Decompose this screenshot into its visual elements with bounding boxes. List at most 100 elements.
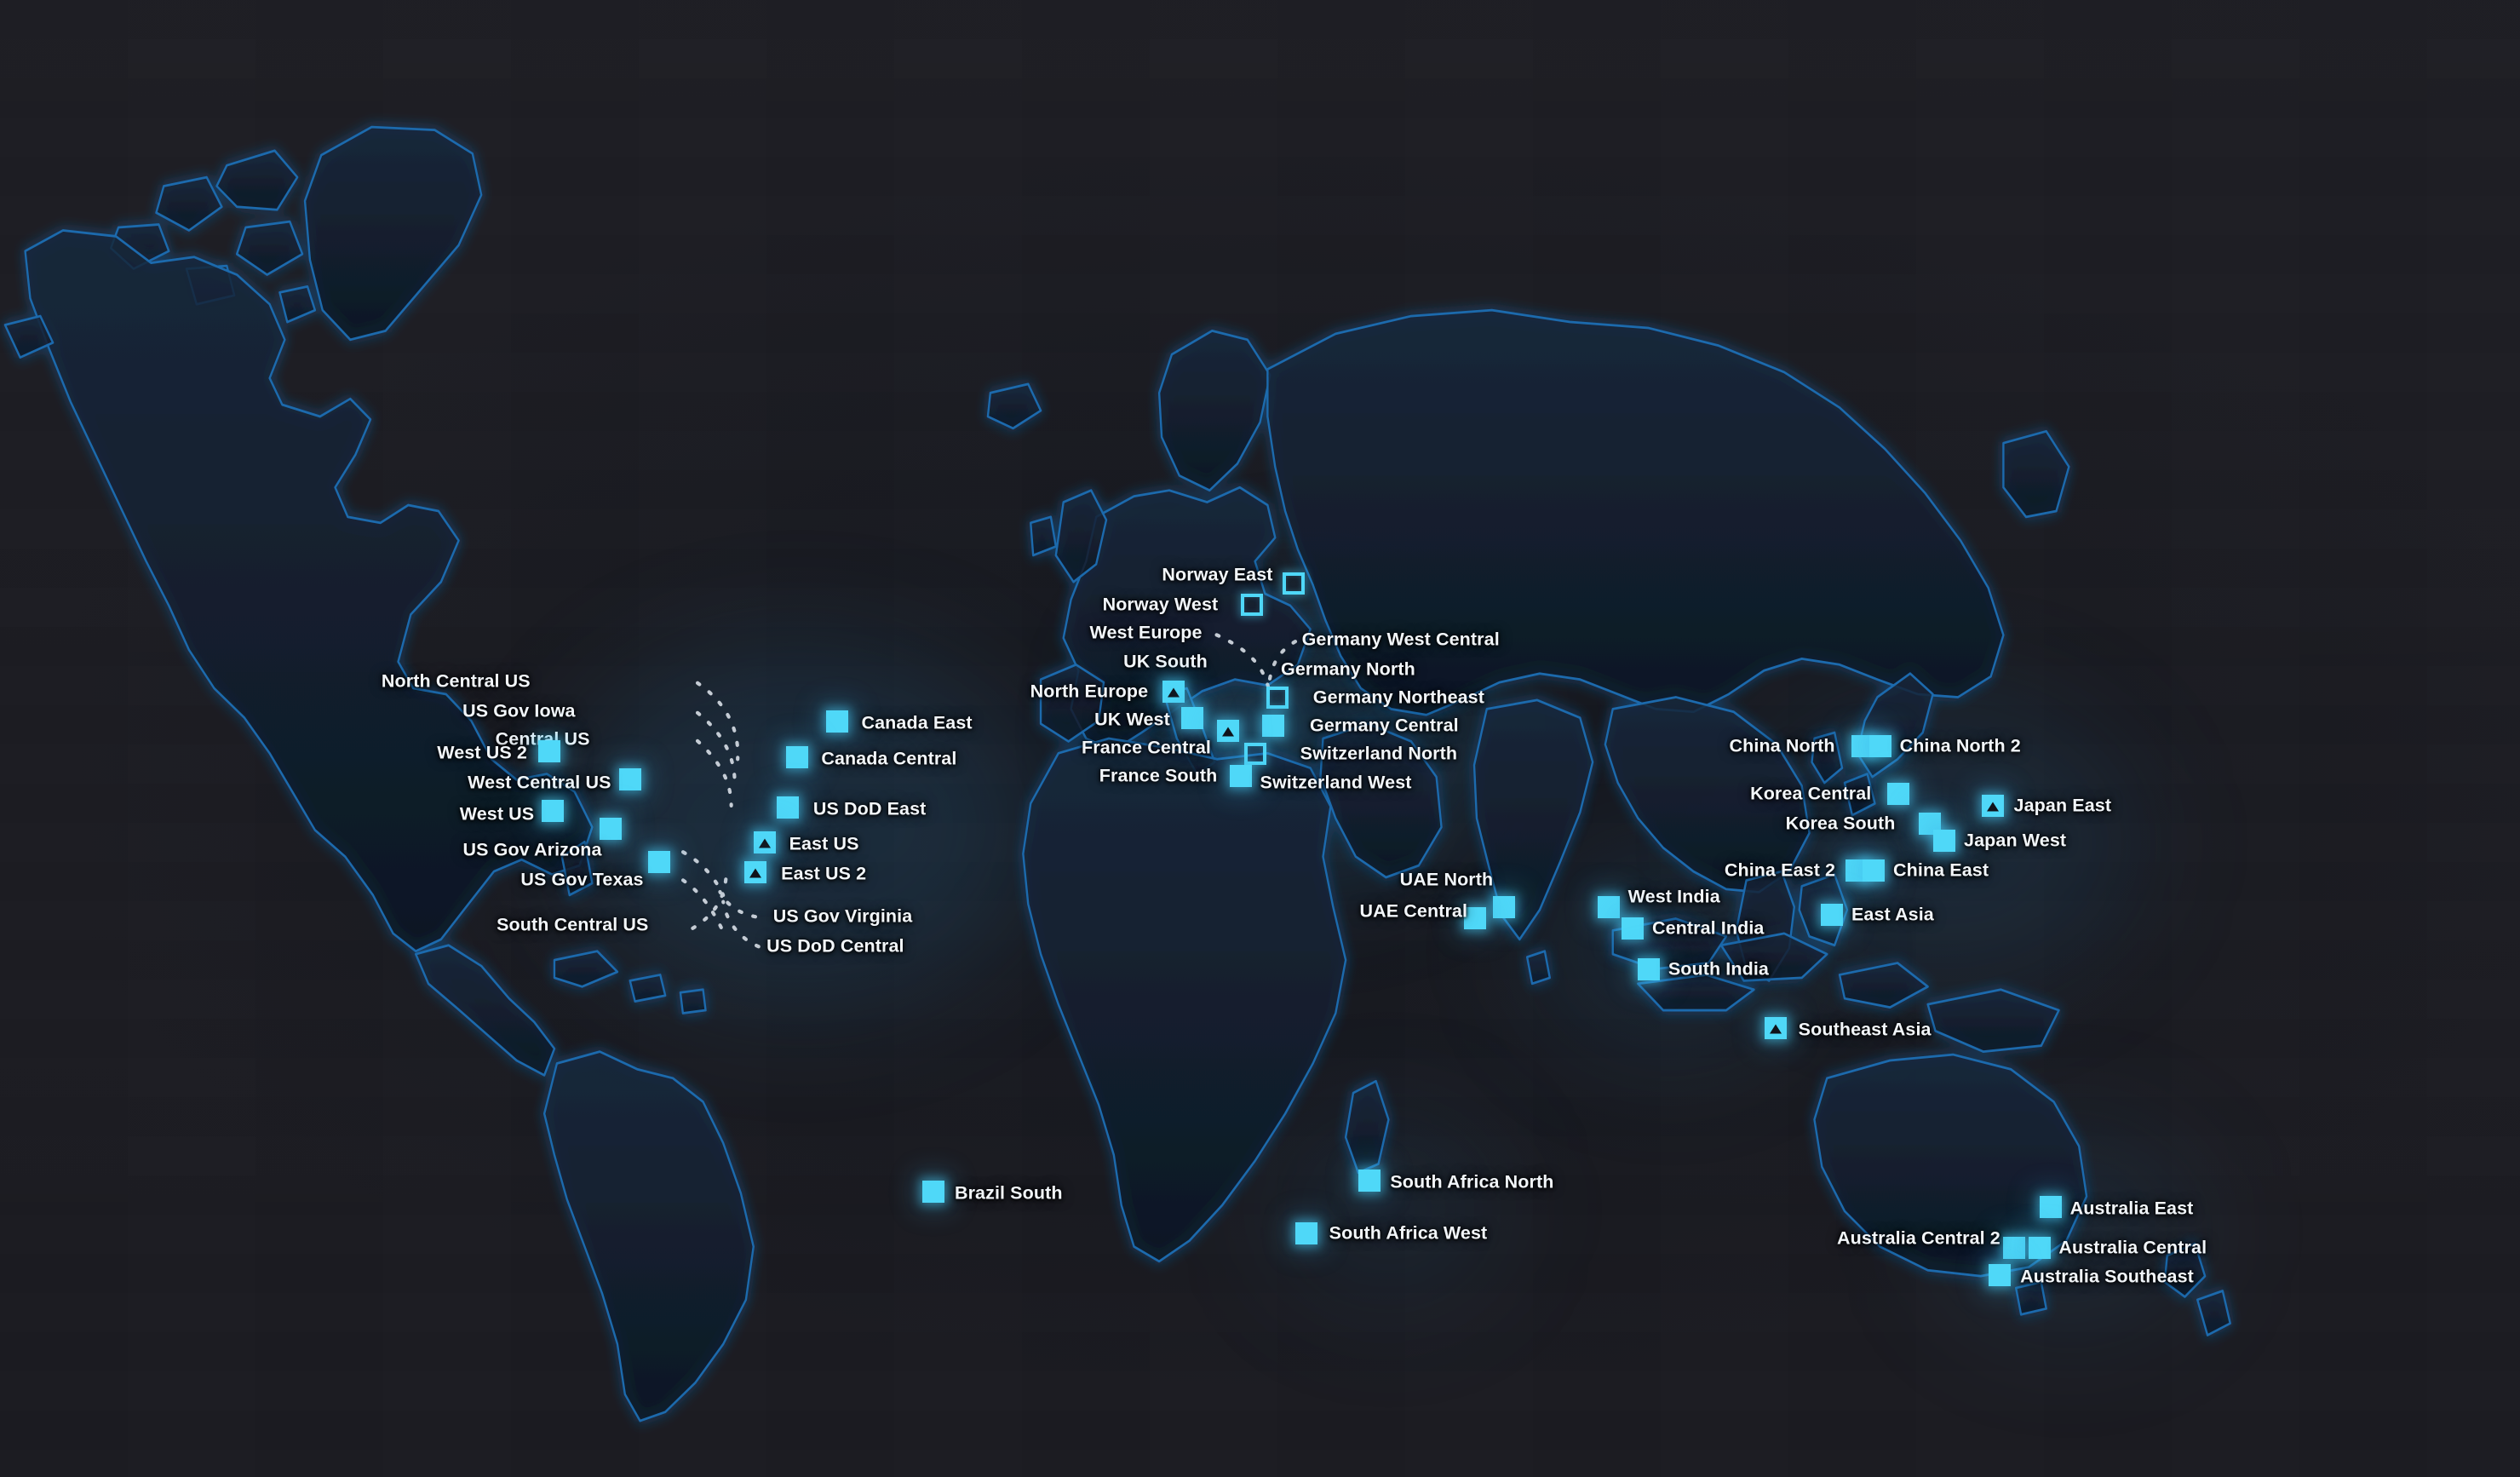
- region-marker-south-india[interactable]: [1638, 958, 1661, 981]
- region-label-west-central-us[interactable]: West Central US: [468, 772, 611, 793]
- region-marker-australia-southeast[interactable]: [1988, 1263, 2011, 1286]
- region-label-east-asia[interactable]: East Asia: [1851, 905, 1934, 926]
- region-label-brazil-south[interactable]: Brazil South: [955, 1183, 1063, 1204]
- region-label-france-south[interactable]: France South: [1099, 765, 1218, 786]
- region-label-west-india[interactable]: West India: [1628, 886, 1720, 907]
- region-label-china-north[interactable]: China North: [1730, 735, 1835, 756]
- region-marker-east-us[interactable]: [754, 830, 777, 853]
- region-label-south-africa-north[interactable]: South Africa North: [1390, 1171, 1553, 1193]
- marker-glyph-filled: [1181, 706, 1204, 729]
- region-label-west-us[interactable]: West US: [460, 803, 535, 825]
- marker-glyph-filled: [647, 850, 670, 873]
- region-label-uae-central[interactable]: UAE Central: [1360, 901, 1468, 922]
- region-marker-southeast-asia[interactable]: [1765, 1016, 1788, 1039]
- region-marker-australia-east[interactable]: [2039, 1195, 2062, 1218]
- marker-glyph-filled: [1493, 895, 1516, 918]
- region-marker-norway-west[interactable]: [1241, 594, 1264, 617]
- region-marker-australia-central-2[interactable]: [2002, 1237, 2025, 1260]
- region-label-japan-west[interactable]: Japan West: [1964, 830, 2066, 851]
- region-label-south-central-us[interactable]: South Central US: [497, 914, 648, 935]
- region-label-south-africa-west[interactable]: South Africa West: [1329, 1222, 1488, 1244]
- region-label-west-europe[interactable]: West Europe: [1089, 623, 1202, 644]
- region-label-germany-northeast[interactable]: Germany Northeast: [1313, 687, 1484, 709]
- region-label-us-gov-arizona[interactable]: US Gov Arizona: [462, 840, 601, 861]
- region-marker-east-us-2[interactable]: [743, 860, 766, 883]
- region-marker-central-india[interactable]: [1622, 917, 1645, 940]
- region-label-korea-central[interactable]: Korea Central: [1750, 784, 1871, 805]
- marker-glyph-triangle: [754, 830, 777, 853]
- region-label-canada-central[interactable]: Canada Central: [821, 749, 956, 770]
- region-label-switzerland-west[interactable]: Switzerland West: [1260, 772, 1412, 793]
- region-label-china-east-2[interactable]: China East 2: [1725, 859, 1835, 881]
- region-label-japan-east[interactable]: Japan East: [2014, 795, 2112, 816]
- region-label-germany-west-central[interactable]: Germany West Central: [1302, 629, 1500, 651]
- region-label-norway-east[interactable]: Norway East: [1162, 565, 1272, 586]
- region-marker-uk-west[interactable]: [1181, 706, 1204, 729]
- region-label-france-central[interactable]: France Central: [1082, 737, 1211, 758]
- region-label-east-us[interactable]: East US: [789, 833, 859, 854]
- region-marker-us-dod-east[interactable]: [776, 796, 799, 819]
- region-label-east-us-2[interactable]: East US 2: [781, 863, 866, 884]
- region-marker-south-africa-north[interactable]: [1358, 1169, 1381, 1192]
- region-marker-switzerland-north[interactable]: [1243, 743, 1266, 766]
- region-marker-north-europe[interactable]: [1162, 680, 1185, 703]
- region-label-southeast-asia[interactable]: Southeast Asia: [1799, 1019, 1932, 1040]
- region-label-uae-north[interactable]: UAE North: [1400, 870, 1494, 891]
- region-label-australia-east[interactable]: Australia East: [2070, 1198, 2194, 1219]
- region-label-korea-south[interactable]: Korea South: [1786, 813, 1896, 835]
- region-label-germany-north[interactable]: Germany North: [1281, 659, 1415, 681]
- marker-glyph-filled: [1988, 1263, 2011, 1286]
- region-label-west-us-2[interactable]: West US 2: [437, 742, 527, 763]
- region-label-north-europe[interactable]: North Europe: [1030, 681, 1149, 702]
- region-marker-japan-east[interactable]: [1982, 794, 2005, 817]
- region-marker-germany-northeast[interactable]: [1266, 687, 1289, 710]
- region-label-norway-west[interactable]: Norway West: [1103, 595, 1219, 616]
- marker-glyph-triangle: [743, 860, 766, 883]
- region-label-uk-south[interactable]: UK South: [1123, 651, 1208, 672]
- region-label-australia-central[interactable]: Australia Central: [2058, 1238, 2207, 1259]
- region-marker-west-india[interactable]: [1598, 895, 1620, 918]
- region-marker-brazil-south[interactable]: [922, 1181, 945, 1204]
- region-label-uk-west[interactable]: UK West: [1094, 709, 1170, 730]
- region-marker-norway-east[interactable]: [1283, 572, 1306, 595]
- region-marker-china-east[interactable]: [1863, 859, 1886, 882]
- region-label-canada-east[interactable]: Canada East: [861, 712, 972, 733]
- region-marker-france-south[interactable]: [1229, 764, 1252, 787]
- region-label-china-north-2[interactable]: China North 2: [1900, 735, 2021, 756]
- region-marker-uae-north[interactable]: [1493, 895, 1516, 918]
- region-label-us-gov-iowa[interactable]: US Gov Iowa: [462, 700, 576, 721]
- region-label-central-india[interactable]: Central India: [1652, 917, 1765, 939]
- region-marker-west-us[interactable]: [542, 799, 565, 822]
- marker-glyph-filled: [1598, 895, 1620, 918]
- region-marker-france-central[interactable]: [1216, 720, 1239, 743]
- region-marker-canada-east[interactable]: [826, 710, 849, 733]
- region-label-us-dod-east[interactable]: US DoD East: [813, 798, 927, 819]
- region-marker-japan-west[interactable]: [1933, 829, 1956, 852]
- marker-glyph-filled: [2002, 1237, 2025, 1260]
- region-marker-west-us-2[interactable]: [538, 739, 561, 762]
- region-label-australia-central-2[interactable]: Australia Central 2: [1837, 1227, 2001, 1249]
- region-marker-east-asia[interactable]: [1821, 904, 1844, 927]
- region-marker-korea-central[interactable]: [1886, 783, 1909, 806]
- marker-glyph-filled: [1358, 1169, 1381, 1192]
- region-marker-germany-central[interactable]: [1261, 715, 1284, 738]
- marker-glyph-filled: [1261, 715, 1284, 738]
- region-label-switzerland-north[interactable]: Switzerland North: [1300, 744, 1457, 765]
- region-label-us-gov-texas[interactable]: US Gov Texas: [520, 870, 643, 891]
- region-marker-us-gov-texas[interactable]: [647, 850, 670, 873]
- region-marker-south-africa-west[interactable]: [1295, 1221, 1318, 1244]
- region-label-germany-central[interactable]: Germany Central: [1310, 716, 1459, 737]
- region-marker-china-north-2[interactable]: [1868, 734, 1891, 757]
- marker-glyph-hollow: [1283, 572, 1306, 595]
- region-label-south-india[interactable]: South India: [1668, 959, 1769, 980]
- region-marker-west-central-us[interactable]: [618, 767, 641, 790]
- region-marker-us-gov-arizona[interactable]: [600, 818, 623, 841]
- region-marker-australia-central[interactable]: [2028, 1237, 2051, 1260]
- region-label-us-gov-virginia[interactable]: US Gov Virginia: [773, 906, 913, 928]
- region-label-china-east[interactable]: China East: [1893, 859, 1989, 881]
- region-marker-canada-central[interactable]: [786, 746, 808, 769]
- region-label-australia-southeast[interactable]: Australia Southeast: [2020, 1266, 2194, 1287]
- region-label-north-central-us[interactable]: North Central US: [382, 670, 531, 692]
- marker-glyph-triangle: [1162, 680, 1185, 703]
- region-label-us-dod-central[interactable]: US DoD Central: [766, 936, 904, 957]
